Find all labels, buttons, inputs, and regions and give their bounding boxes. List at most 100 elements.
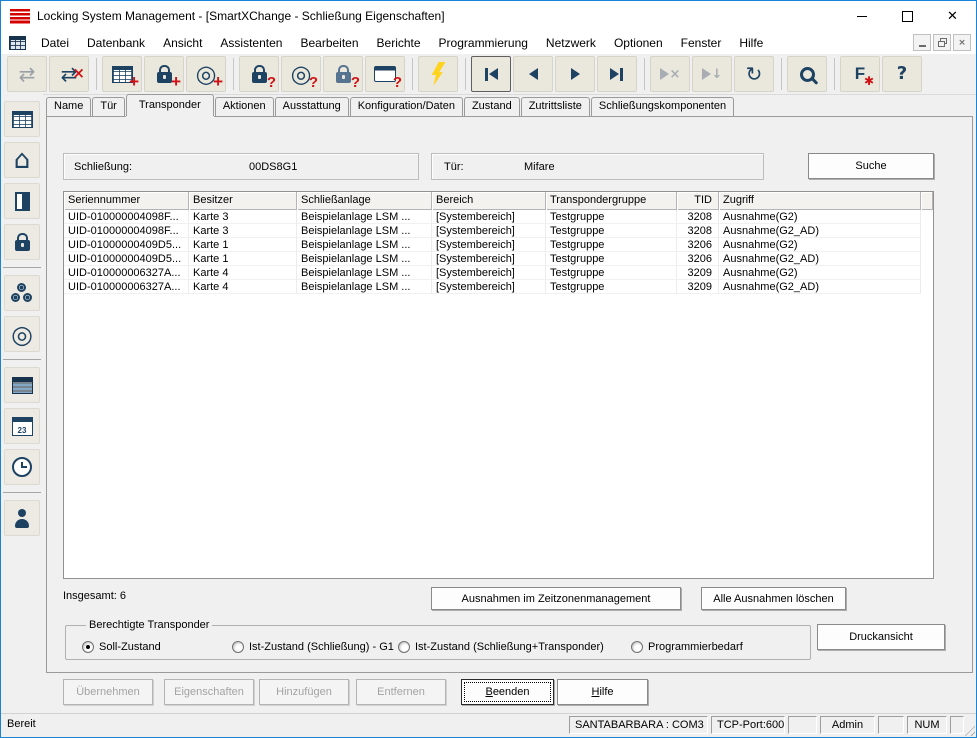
column-header-filler[interactable]: [921, 192, 933, 210]
table-row[interactable]: UID-01000000409D5... Karte 1 Beispielanlag…: [64, 252, 933, 266]
tab-aktionen[interactable]: Aktionen: [214, 97, 274, 116]
toolbar-disconnect-button[interactable]: ⇄ ×: [49, 56, 89, 92]
timezone-exceptions-button[interactable]: Ausnahmen im Zeitzonenmanagement: [431, 587, 681, 610]
column-header-Zugriff[interactable]: Zugriff: [719, 192, 921, 210]
toolbar-first-record-button[interactable]: [471, 56, 511, 92]
tab-name[interactable]: Name: [46, 97, 92, 116]
tab-zutrittsliste[interactable]: Zutrittsliste: [520, 97, 590, 116]
mdi-restore-button[interactable]: [933, 34, 951, 51]
menu-item-programmierung[interactable]: Programmierung: [430, 33, 537, 53]
toolbar-search-button[interactable]: [787, 56, 827, 92]
toolbar-next-record-button[interactable]: [555, 56, 595, 92]
column-header-Seriennummer[interactable]: Seriennummer: [64, 192, 189, 210]
menu-item-fenster[interactable]: Fenster: [672, 33, 731, 53]
print-view-button[interactable]: Druckansicht: [817, 624, 945, 650]
hilfe-button[interactable]: Hilfe: [557, 679, 648, 705]
table-row[interactable]: UID-01000000409D5... Karte 1 Beispielanlag…: [64, 238, 933, 252]
toolbar-program-flash-button[interactable]: [418, 56, 458, 92]
menu-item-ansicht[interactable]: Ansicht: [154, 33, 211, 53]
toolbar-new-locking-system-button[interactable]: +: [102, 56, 142, 92]
sidebar: ⌂ ◎ 23: [1, 94, 43, 714]
column-header-Transpondergruppe[interactable]: Transpondergruppe: [546, 192, 677, 210]
tab-tr[interactable]: Tür: [92, 97, 125, 116]
home-icon: ⌂: [13, 145, 31, 175]
tab-transponder[interactable]: Transponder: [125, 94, 214, 116]
beenden-button[interactable]: Beenden: [461, 679, 554, 705]
bernehmen-button: Übernehmen: [63, 679, 153, 705]
toolbar-prev-record-button[interactable]: [513, 56, 553, 92]
menu-item-datei[interactable]: Datei: [32, 33, 78, 53]
radio-option-4[interactable]: Programmierbedarf: [631, 641, 743, 653]
table-cell: 3208: [677, 224, 719, 238]
toolbar-read-lock-button[interactable]: ?: [239, 56, 279, 92]
tab-zustand[interactable]: Zustand: [463, 97, 520, 116]
radio-option-3[interactable]: Ist-Zustand (Schließung+Transponder): [398, 641, 604, 653]
mdi-minimize-button[interactable]: [913, 34, 931, 51]
minimize-button[interactable]: [839, 1, 884, 31]
menu-item-datenbank[interactable]: Datenbank: [78, 33, 154, 53]
status-cell-empty: [788, 716, 817, 734]
maximize-button[interactable]: [885, 1, 930, 31]
menu-item-bearbeiten[interactable]: Bearbeiten: [291, 33, 367, 53]
toolbar-refresh-button[interactable]: ↻: [734, 56, 774, 92]
sidebar-home-button[interactable]: ⌂: [4, 142, 40, 178]
transponder-icon: ◎: [11, 319, 33, 349]
program-flash-icon: [431, 62, 446, 86]
menu-item-optionen[interactable]: Optionen: [605, 33, 672, 53]
table-cell: Testgruppe: [546, 210, 677, 224]
sidebar-clock-button[interactable]: [4, 449, 40, 485]
delete-all-exceptions-button[interactable]: Alle Ausnahmen löschen: [701, 587, 846, 610]
menu-item-netzwerk[interactable]: Netzwerk: [537, 33, 605, 53]
toolbar-help-button[interactable]: ?: [882, 56, 922, 92]
toolbar-filter-settings-button[interactable]: F ✱: [840, 56, 880, 92]
table-row[interactable]: UID-010000006327A... Karte 4 Beispielanlag…: [64, 280, 933, 294]
radio-selected-icon[interactable]: [82, 641, 94, 653]
column-header-Besitzer[interactable]: Besitzer: [189, 192, 297, 210]
toolbar: ⇄ ⇄ × + + ◎ +? ◎??? × ↓ ↻ F ✱?: [1, 54, 976, 95]
table-cell: 3208: [677, 210, 719, 224]
tab-konfigurationdaten[interactable]: Konfiguration/Daten: [349, 97, 463, 116]
sidebar-matrix-button[interactable]: [4, 101, 40, 137]
table-cell: Karte 3: [189, 224, 297, 238]
radio-unselected-icon[interactable]: [631, 641, 643, 653]
sidebar-calendar-button[interactable]: 23: [4, 408, 40, 444]
tab-schlieungskomponenten[interactable]: Schließungskomponenten: [590, 97, 735, 116]
radio-option-2[interactable]: Ist-Zustand (Schließung) - G1: [232, 641, 394, 653]
menu-item-berichte[interactable]: Berichte: [368, 33, 430, 53]
column-header-Schließanlage[interactable]: Schließanlage: [297, 192, 432, 210]
sidebar-transponder-button[interactable]: ◎: [4, 316, 40, 352]
menu-item-assistenten[interactable]: Assistenten: [211, 33, 291, 53]
toolbar-last-record-button[interactable]: [597, 56, 637, 92]
toolbar-read-card-button[interactable]: ?: [365, 56, 405, 92]
close-button[interactable]: ✕: [930, 1, 975, 31]
toolbar-read-transponder-button[interactable]: ◎?: [281, 56, 321, 92]
table-row[interactable]: UID-010000004098F... Karte 3 Beispielanlag…: [64, 224, 933, 238]
mdi-system-menu-icon[interactable]: [9, 35, 26, 50]
radio-unselected-icon[interactable]: [232, 641, 244, 653]
sidebar-transponder-group-button[interactable]: [4, 275, 40, 311]
radio-option-1[interactable]: Soll-Zustand: [82, 641, 161, 653]
table-row[interactable]: UID-010000004098F... Karte 3 Beispielanlag…: [64, 210, 933, 224]
toolbar-separator: [233, 58, 234, 90]
toolbar-new-lock-button[interactable]: +: [144, 56, 184, 92]
tab-ausstattung[interactable]: Ausstattung: [274, 97, 349, 116]
status-user: Admin: [820, 716, 875, 734]
table-row[interactable]: UID-010000006327A... Karte 4 Beispielanlag…: [64, 266, 933, 280]
sidebar-door-button[interactable]: [4, 183, 40, 219]
mdi-close-button[interactable]: ×: [953, 34, 971, 51]
menu-item-hilfe[interactable]: Hilfe: [730, 33, 772, 53]
search-button[interactable]: Suche: [808, 153, 934, 179]
table-cell: 3206: [677, 252, 719, 266]
toolbar-read-lock-2-button[interactable]: ?: [323, 56, 363, 92]
toolbar-skip-down-button: ↓: [692, 56, 732, 92]
radio-unselected-icon[interactable]: [398, 641, 410, 653]
table-cell: Ausnahme(G2_AD): [719, 224, 921, 238]
sidebar-user-button[interactable]: [4, 500, 40, 536]
sidebar-matrix-dark-button[interactable]: [4, 367, 40, 403]
column-header-TID[interactable]: TID: [677, 192, 719, 210]
sidebar-lock-button[interactable]: [4, 224, 40, 260]
table-cell: 3209: [677, 266, 719, 280]
door-icon: [14, 191, 30, 211]
toolbar-new-transponder-button[interactable]: ◎ +: [186, 56, 226, 92]
column-header-Bereich[interactable]: Bereich: [432, 192, 546, 210]
